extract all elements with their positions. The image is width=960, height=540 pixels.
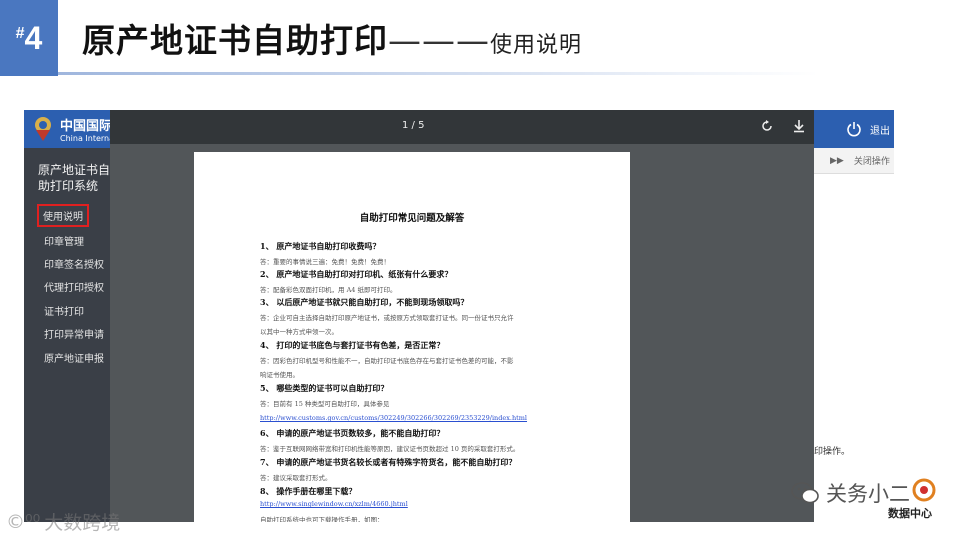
sidebar-title: 原产地证书自助打印系统 [38, 163, 111, 193]
app-screenshot: 中国国际 China Internatio 退出 原产地证书自助打印系统 使用说… [24, 110, 894, 522]
faq-answer-continued: 自助打印系统中也可下载操作手册，如图： [260, 516, 384, 522]
faq-question: 3、 以后原产地证书就只能自助打印，不能到现场领取吗？ [260, 297, 469, 307]
header-divider [58, 72, 818, 75]
pdf-page-indicator: 1 / 5 [402, 120, 425, 131]
data-center-logo-icon [912, 478, 936, 502]
sidebar: 原产地证书自助打印系统 使用说明 印章管理 印章签名授权 代理打印授权 证书打印… [24, 148, 110, 522]
faq-question: 2、 原产地证书自助打印对打印机、纸张有什么要求？ [260, 269, 453, 279]
faq-question: 1、 原产地证书自助打印收费吗？ [260, 241, 381, 251]
sidebar-item-certificate-print[interactable]: 证书打印 [44, 303, 84, 318]
faq-answer: 答：建议采取套打形式。 [260, 474, 332, 482]
copyright-icon: ©⁰⁰ [6, 510, 41, 533]
sidebar-item-proxy-print-authorization[interactable]: 代理打印授权 [44, 279, 104, 294]
power-icon [847, 122, 861, 137]
logout-label: 退出 [870, 125, 890, 137]
faq-answer: 答：企业可自主选择自助打印原产地证书，或按原方式领取套打证书。同一份证书只允许 [260, 314, 514, 322]
faq-answer: 答：目前有 15 种类型可自助打印，具体参见 [260, 400, 390, 408]
pdf-page: 自助打印常见问题及解答 1、 原产地证书自助打印收费吗？ 答：重要的事情说三遍：… [194, 152, 630, 522]
content-text: 印操作。 [814, 447, 851, 457]
pdf-viewer: 1 / 5 自助打印常见问题及解答 1、 原产地证书自助打印收费吗？ 答：重要的… [110, 110, 814, 522]
tab-controls: ▶▶ 关闭操作 [814, 148, 894, 174]
slide-number-badge: # 4 [0, 0, 58, 76]
slide-title-text: 原产地证书自助打印 [82, 21, 388, 60]
content-area [814, 174, 894, 522]
sidebar-item-print-exception[interactable]: 打印异常申请 [44, 326, 104, 341]
slide-title-dash: ——— [388, 21, 490, 60]
close-operations-button[interactable]: 关闭操作 [854, 154, 890, 167]
slide-number: 4 [24, 19, 43, 56]
faq-question: 5、 哪些类型的证书可以自助打印？ [260, 383, 389, 393]
rotate-icon[interactable] [760, 119, 774, 133]
download-icon[interactable] [792, 119, 806, 133]
watermark-badge: 数据中心 [888, 507, 932, 520]
pdf-toolbar: 1 / 5 [110, 110, 814, 144]
faq-question: 8、 操作手册在哪里下载？ [260, 486, 357, 496]
doc-title: 自助打印常见问题及解答 [359, 213, 465, 224]
watermark-left: ©⁰⁰ 大数跨境 [6, 508, 120, 535]
logout-button[interactable]: 退出 [846, 110, 894, 148]
faq-question: 4、 打印的证书底色与套打证书有色差，是否正常？ [260, 340, 445, 350]
chevron-right-icon[interactable]: ▶▶ [830, 156, 844, 166]
singlewindow-link[interactable]: http://www.singlewindow.cn/xzlm/4660.jht… [260, 500, 408, 508]
faq-answer: 答：重要的事情说三遍：免费！免费！免费！ [260, 258, 390, 266]
faq-answer-continued: 以其中一种方式申领一次。 [260, 328, 338, 336]
watermark-left-text: 大数跨境 [44, 512, 121, 534]
sidebar-item-seal-management[interactable]: 印章管理 [44, 233, 84, 248]
slide-title: 原产地证书自助打印———使用说明 [82, 14, 582, 62]
wechat-icon [791, 482, 819, 504]
sidebar-item-origin-declaration[interactable]: 原产地证申报 [44, 350, 104, 365]
watermark-right-text: 关务小二 [826, 482, 910, 506]
faq-question: 6、 申请的原产地证书页数较多，能不能自助打印？ [260, 428, 445, 438]
customs-emblem-icon [35, 117, 51, 141]
faq-answer: 答：鉴于互联网网络带宽和打印机性能等原因，建议证书页数超过 10 页的采取套打形… [260, 445, 520, 453]
sidebar-item-seal-authorization[interactable]: 印章签名授权 [44, 256, 104, 271]
customs-link[interactable]: http://www.customs.gov.cn/customs/302249… [260, 414, 527, 422]
faq-answer: 答：因彩色打印机型号和性能不一，自助打印证书底色存在与套打证书色差的可能，不影 [260, 357, 514, 365]
watermark-right: 关务小二 [790, 478, 910, 508]
faq-answer-continued: 响证书使用。 [260, 371, 299, 379]
sidebar-item-usage-guide[interactable]: 使用说明 [37, 204, 89, 227]
slide-number-hash: # [15, 25, 25, 42]
faq-question: 7、 申请的原产地证书货名较长或者有特殊字符货名，能不能自助打印？ [260, 457, 517, 467]
slide-subtitle: 使用说明 [490, 33, 583, 58]
faq-answer: 答：配备彩色双面打印机，用 A4 纸即可打印。 [260, 286, 397, 294]
